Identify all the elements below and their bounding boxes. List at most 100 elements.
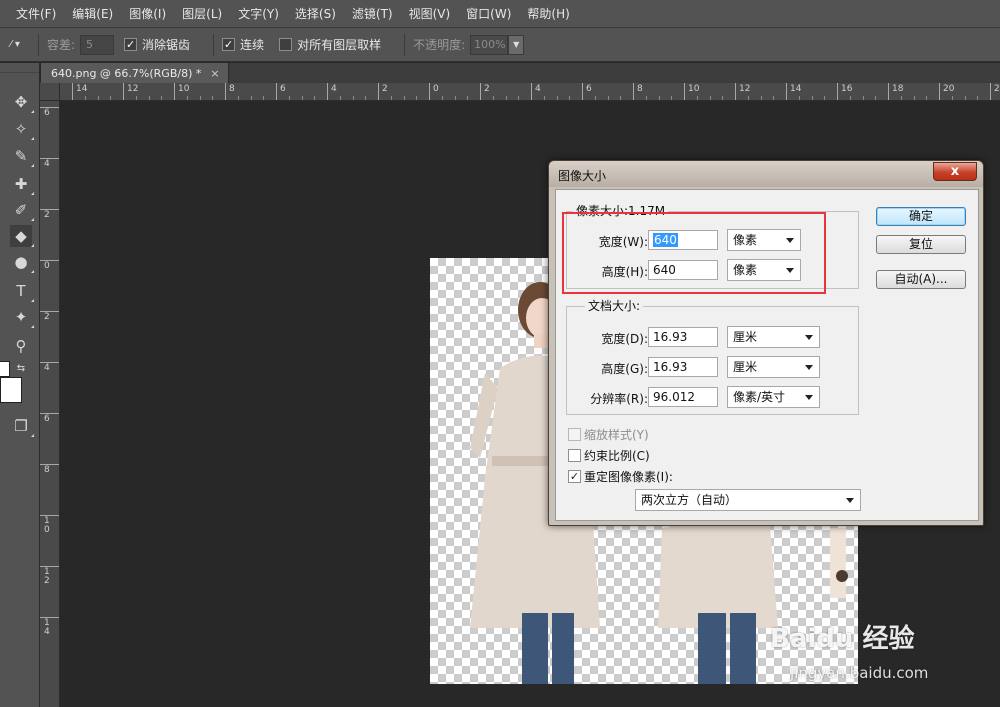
ruler-minor-tick [747, 96, 749, 100]
custom-shape-tool-icon[interactable]: ✦ [10, 306, 34, 328]
menu-file[interactable]: 文件(F) [8, 0, 64, 28]
ruler-minor-tick [900, 96, 902, 100]
eyedropper-tool-icon[interactable]: ✎ [10, 145, 34, 167]
toolbox-grip[interactable] [0, 63, 39, 73]
ruler-tick: 2 [40, 311, 59, 322]
constrain-proportions-box[interactable] [568, 449, 581, 462]
menu-layer[interactable]: 图层(L) [174, 0, 230, 28]
menu-help[interactable]: 帮助(H) [519, 0, 577, 28]
type-tool-icon[interactable]: T [10, 280, 34, 302]
ruler-tick: 16 [837, 83, 852, 100]
resample-checkbox[interactable]: ✓ 重定图像像素(I): [568, 468, 673, 485]
ruler-origin[interactable] [40, 83, 60, 101]
ruler-tick-label: 8 [637, 84, 643, 94]
ruler-tick: 2 [480, 83, 490, 100]
foreground-color-swatch[interactable] [0, 361, 10, 377]
doc-width-label: 宽度(D): [601, 332, 648, 346]
antialias-option[interactable]: ✓ 消除锯齿 [124, 36, 195, 53]
menu-type[interactable]: 文字(Y) [230, 0, 287, 28]
ruler-minor-tick [518, 96, 520, 100]
menu-window[interactable]: 窗口(W) [458, 0, 519, 28]
ruler-tick-label: 2 [484, 84, 490, 94]
scale-styles-checkbox[interactable]: 缩放样式(Y) [568, 426, 649, 443]
ruler-tick: 0 [40, 260, 59, 271]
magic-wand-tool-icon[interactable]: ✧ [10, 118, 34, 140]
pixel-width-value: 640 [653, 233, 678, 247]
menu-filter[interactable]: 滤镜(T) [344, 0, 401, 28]
zoom-tool-icon[interactable]: ⚲ [10, 335, 32, 357]
ruler-minor-tick [199, 96, 201, 100]
vertical-ruler[interactable]: 6 4 2 0 2 4 6 8 10 12 14 [40, 101, 60, 707]
ruler-minor-tick [314, 96, 316, 100]
pixel-width-unit-value: 像素 [733, 233, 758, 247]
move-tool-icon[interactable]: ✥ [10, 91, 34, 113]
ruler-minor-tick [186, 96, 188, 100]
resample-method-select[interactable]: 两次立方（自动） [635, 489, 861, 511]
ruler-minor-tick [964, 96, 966, 100]
ruler-tick-label: 10 [178, 84, 190, 94]
reset-button[interactable]: 复位 [876, 235, 966, 254]
ruler-tick: 10 [174, 83, 189, 100]
opacity-dropdown-button[interactable]: ▼ [508, 34, 525, 55]
constrain-proportions-checkbox[interactable]: 约束比例(C) [568, 447, 650, 464]
ruler-minor-tick [569, 96, 571, 100]
history-brush-tool-icon[interactable]: ✐ [10, 199, 34, 221]
resolution-input[interactable]: 96.012 [648, 387, 718, 407]
pixel-height-unit-select[interactable]: 像素 [727, 259, 801, 281]
menu-edit[interactable]: 编辑(E) [64, 0, 121, 28]
ruler-tick: 8 [225, 83, 235, 100]
pixel-height-input[interactable]: 640 [648, 260, 718, 280]
pixel-width-unit-select[interactable]: 像素 [727, 229, 801, 251]
ruler-tick: 2 [40, 209, 59, 220]
doc-height-input[interactable]: 16.93 [648, 357, 718, 377]
auto-button[interactable]: 自动(A)... [876, 270, 966, 289]
scale-styles-label: 缩放样式(Y) [584, 428, 649, 442]
sample-all-label: 对所有图层取样 [297, 38, 382, 52]
ruler-tick: 8 [40, 464, 59, 475]
divider [213, 33, 215, 56]
sample-all-option[interactable]: 对所有图层取样 [279, 36, 386, 53]
opacity-input[interactable]: 100% [470, 34, 509, 55]
tool-preset-picker[interactable]: ⁄ ▾ [0, 33, 30, 57]
contiguous-checkbox[interactable]: ✓ [222, 38, 236, 51]
doc-width-input[interactable]: 16.93 [648, 327, 718, 347]
ruler-tick: 14 [72, 83, 87, 100]
close-tab-icon[interactable]: × [210, 67, 219, 80]
ruler-tick: 12 [40, 566, 59, 586]
dialog-titlebar[interactable]: 图像大小 x [549, 161, 983, 187]
sponge-tool-icon[interactable]: ● [10, 251, 34, 273]
doc-width-unit-select[interactable]: 厘米 [727, 326, 820, 348]
ruler-minor-tick [110, 96, 112, 100]
close-icon[interactable]: x [933, 162, 977, 181]
contiguous-option[interactable]: ✓ 连续 [222, 36, 269, 53]
menu-select[interactable]: 选择(S) [287, 0, 344, 28]
resolution-unit-select[interactable]: 像素/英寸 [727, 386, 820, 408]
tolerance-input[interactable]: 5 [80, 34, 115, 55]
background-color-swatch[interactable] [0, 377, 22, 403]
document-size-legend: 文档大小: [585, 297, 644, 314]
menu-image[interactable]: 图像(I) [121, 0, 174, 28]
ruler-minor-tick [594, 96, 596, 100]
healing-brush-tool-icon[interactable]: ✚ [10, 173, 34, 195]
ruler-tick: 12 [735, 83, 750, 100]
menu-view[interactable]: 视图(V) [401, 0, 459, 28]
ruler-tick: 4 [40, 362, 59, 373]
antialias-label: 消除锯齿 [142, 38, 191, 52]
ruler-minor-tick [161, 96, 163, 100]
swap-colors-icon[interactable]: ⇆ [10, 357, 32, 379]
constrain-proportions-label: 约束比例(C) [584, 449, 650, 463]
paint-bucket-tool-icon[interactable]: ◆ [10, 225, 34, 247]
ruler-minor-tick [212, 96, 214, 100]
dialog-body: 像素大小:1.17M 宽度(W): 640 像素 高度(H): 640 像素 文… [555, 189, 979, 521]
ok-button[interactable]: 确定 [876, 207, 966, 226]
sample-all-checkbox[interactable] [279, 38, 293, 51]
document-tab[interactable]: 640.png @ 66.7%(RGB/8) * × [41, 63, 229, 83]
antialias-checkbox[interactable]: ✓ [124, 38, 138, 51]
screen-mode-icon[interactable]: ❐ [10, 415, 34, 437]
pixel-width-input[interactable]: 640 [648, 230, 718, 250]
resample-box[interactable]: ✓ [568, 470, 581, 483]
scale-styles-box[interactable] [568, 428, 581, 441]
horizontal-ruler[interactable]: 14121086420246810121416182022 [60, 83, 1000, 101]
doc-height-unit-select[interactable]: 厘米 [727, 356, 820, 378]
ruler-tick-label: 18 [892, 84, 904, 94]
